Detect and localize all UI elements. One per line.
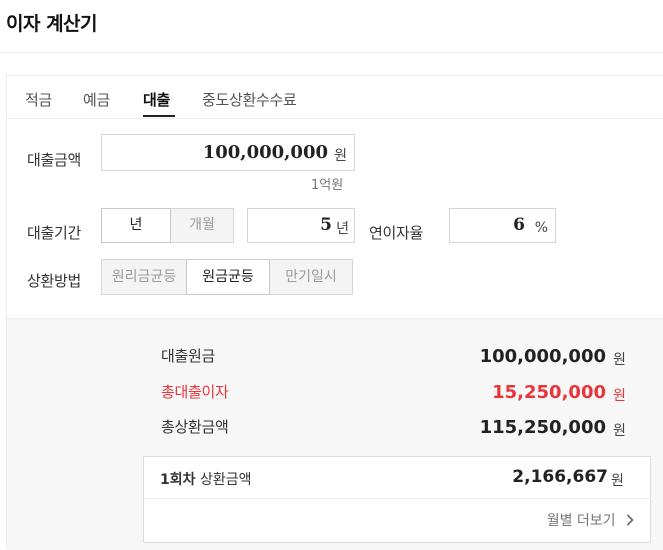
installment-value: 2,166,667 — [512, 467, 608, 487]
loan-amount-label: 대출금액 — [27, 151, 82, 169]
loan-amount-input[interactable]: 100,000,000 원 — [101, 134, 355, 171]
total-repayment-label: 총상환금액 — [161, 418, 229, 436]
tab-bar: 적금 예금 대출 중도상환수수료 — [7, 76, 663, 119]
loan-amount-value: 100,000,000 — [202, 142, 328, 163]
interest-rate-value: 6 — [513, 215, 525, 235]
loan-period-unit: 년 — [336, 221, 349, 237]
installment-label: 1회차 상환금액 — [160, 469, 252, 489]
installment-label-text: 상환금액 — [199, 472, 252, 488]
total-interest-value: 15,250,000 — [492, 382, 606, 403]
calculator-card: 적금 예금 대출 중도상환수수료 대출금액 100,000,000 원 1억원 … — [6, 75, 663, 550]
loan-period-label: 대출기간 — [27, 224, 82, 242]
method-equal-payment-option[interactable]: 원리금균등 — [101, 259, 187, 295]
loan-period-input[interactable]: 5 년 — [247, 208, 355, 243]
chevron-right-icon — [626, 514, 634, 526]
installment-unit: 원 — [611, 473, 624, 489]
installment-divider — [144, 498, 650, 499]
period-year-option[interactable]: 년 — [101, 208, 171, 243]
interest-rate-input[interactable]: 6 % — [449, 208, 556, 243]
monthly-detail-link[interactable]: 월별 더보기 — [547, 510, 634, 530]
monthly-detail-text: 월별 더보기 — [546, 513, 616, 529]
principal-value: 100,000,000 — [479, 346, 606, 367]
interest-rate-unit: % — [534, 220, 548, 236]
interest-rate-label: 연이자율 — [369, 224, 424, 242]
principal-unit: 원 — [613, 352, 626, 368]
loan-amount-unit: 원 — [334, 148, 347, 164]
total-interest-label: 총대출이자 — [161, 383, 229, 401]
page-title: 이자 계산기 — [6, 13, 98, 35]
tab-savings[interactable]: 적금 — [25, 89, 52, 110]
installment-round: 1회차 — [160, 472, 196, 488]
total-repayment-value: 115,250,000 — [479, 417, 606, 438]
installment-box: 1회차 상환금액 2,166,667 원 월별 더보기 — [143, 456, 651, 543]
period-month-option[interactable]: 개월 — [170, 208, 234, 243]
result-panel: 대출원금 100,000,000 원 총대출이자 15,250,000 원 총상… — [7, 318, 663, 550]
total-repayment-unit: 원 — [613, 423, 626, 439]
method-equal-principal-option[interactable]: 원금균등 — [186, 259, 270, 295]
tab-prepayment-fee[interactable]: 중도상환수수료 — [202, 89, 297, 110]
tab-deposit[interactable]: 예금 — [83, 89, 110, 110]
total-interest-unit: 원 — [613, 388, 626, 404]
principal-label: 대출원금 — [161, 347, 216, 365]
tab-loan[interactable]: 대출 — [143, 89, 170, 110]
repayment-method-label: 상환방법 — [27, 272, 82, 290]
method-bullet-option[interactable]: 만기일시 — [269, 259, 353, 295]
title-divider — [0, 52, 663, 53]
loan-amount-hint: 1억원 — [311, 178, 344, 193]
active-tab-indicator — [143, 115, 175, 117]
loan-period-value: 5 — [320, 215, 332, 235]
